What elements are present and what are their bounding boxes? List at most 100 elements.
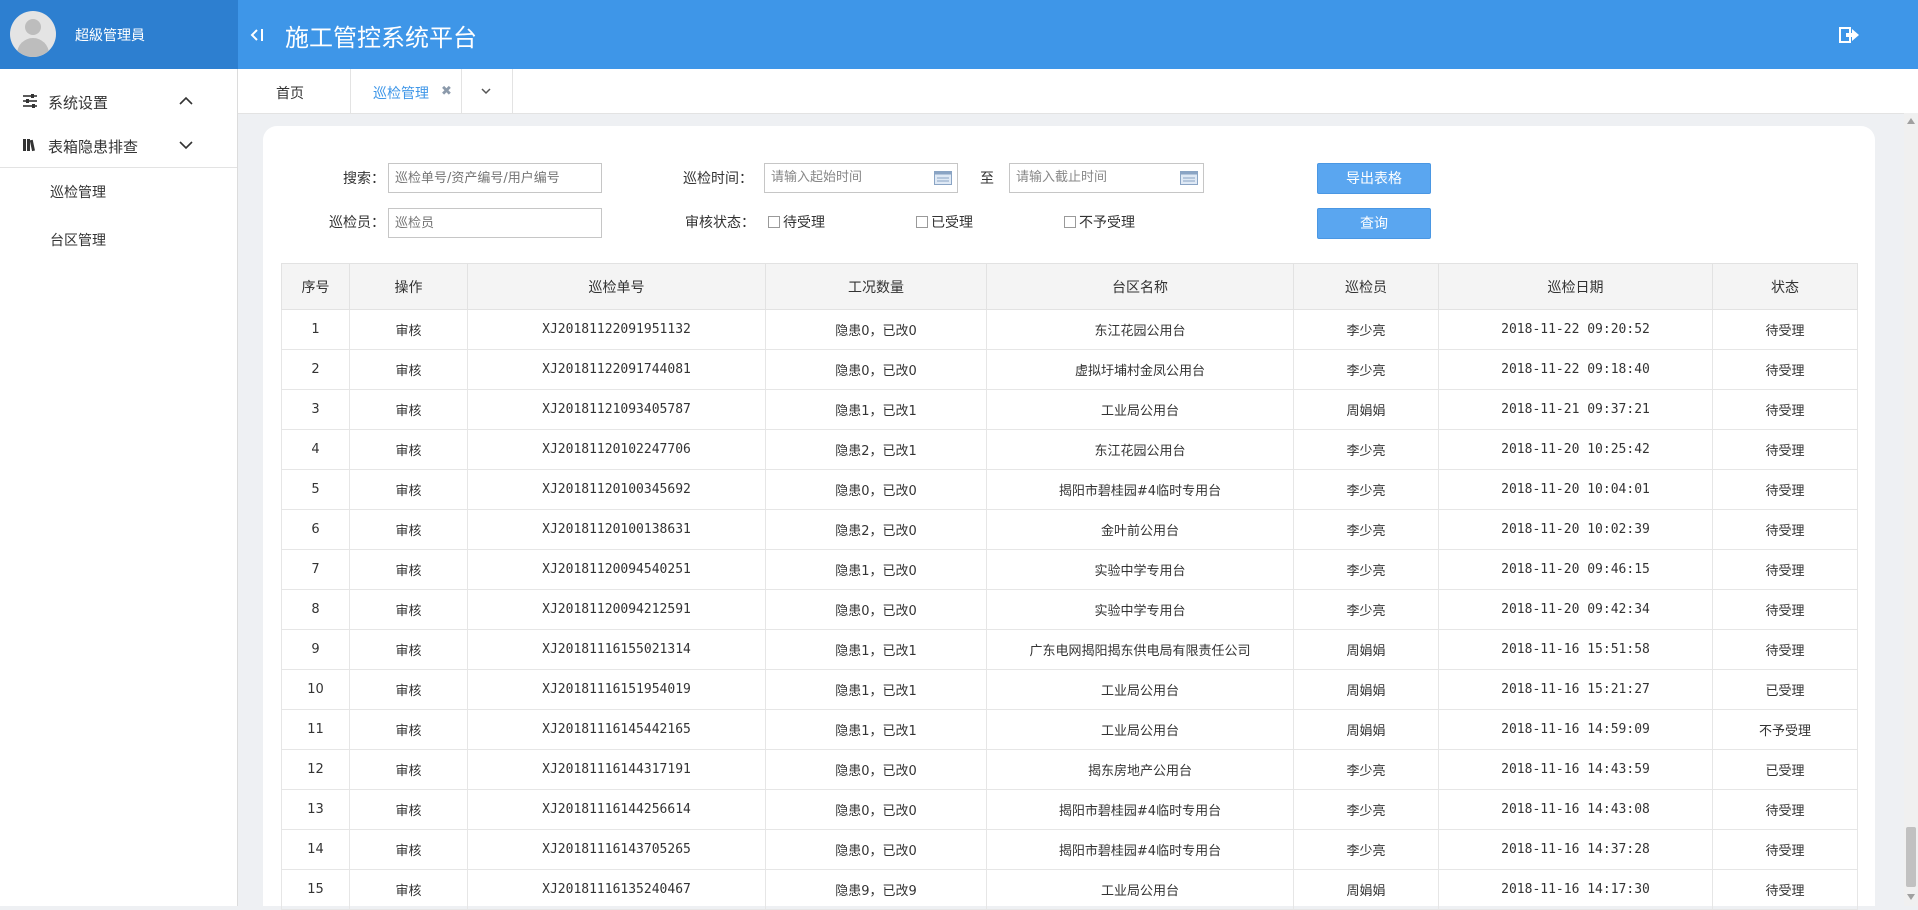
scroll-down-icon[interactable] <box>1906 892 1916 902</box>
tab-label: 巡检管理 <box>373 86 429 102</box>
end-time-input[interactable]: 请输入截止时间 <box>1009 163 1204 193</box>
inspector-input[interactable] <box>388 208 602 238</box>
export-button[interactable]: 导出表格 <box>1317 163 1431 194</box>
status-label: 审核状态： <box>685 215 755 231</box>
scroll-up-icon[interactable] <box>1906 116 1916 126</box>
logout-icon[interactable] <box>1838 24 1860 46</box>
audit-link[interactable]: 审核 <box>349 509 468 550</box>
audit-link[interactable]: 审核 <box>349 469 468 510</box>
condition-count: 隐患9，已改9 <box>765 869 987 910</box>
status-cell: 待受理 <box>1712 509 1858 550</box>
audit-link[interactable]: 审核 <box>349 669 468 710</box>
audit-link[interactable]: 审核 <box>349 309 468 350</box>
table-row: 9 审核 XJ20181116155021314 隐患1，已改1 广东电网揭阳揭东供电局… <box>281 629 1858 670</box>
status-cell: 待受理 <box>1712 869 1858 910</box>
inspector-name: 李少亮 <box>1293 509 1439 550</box>
status-checkbox-pending[interactable] <box>768 216 780 228</box>
chevron-down-icon <box>481 88 491 95</box>
inspection-number: XJ20181116144256614 <box>467 789 766 830</box>
scrollbar-thumb[interactable] <box>1906 827 1916 887</box>
audit-link[interactable]: 审核 <box>349 789 468 830</box>
sidebar-item-inspection[interactable]: 巡检管理 <box>50 182 106 202</box>
inspection-number: XJ20181122091951132 <box>467 309 766 350</box>
audit-link[interactable]: 审核 <box>349 829 468 870</box>
row-index: 1 <box>281 309 350 350</box>
status-cell: 已受理 <box>1712 749 1858 790</box>
scrollbar[interactable] <box>1904 113 1918 906</box>
inspection-table: 序号 操作 巡检单号 工况数量 台区名称 巡检员 巡检日期 状态 1 审核 XJ20… <box>281 263 1858 910</box>
condition-count: 隐患0，已改0 <box>765 309 987 350</box>
inspection-number: XJ20181120102247706 <box>467 429 766 470</box>
status-checkbox-accepted[interactable] <box>916 216 928 228</box>
status-cell: 待受理 <box>1712 789 1858 830</box>
condition-count: 隐患1，已改1 <box>765 389 987 430</box>
table-row: 2 审核 XJ20181122091744081 隐患0，已改0 虚拟圩埔村金凤公用台李… <box>281 349 1858 390</box>
column-header: 序号 <box>281 263 350 310</box>
collapse-icon[interactable] <box>248 24 270 46</box>
sidebar-group-settings[interactable]: 系统设置 <box>0 79 237 123</box>
inspection-date: 2018-11-16 15:21:27 <box>1438 669 1713 710</box>
avatar[interactable] <box>10 11 56 57</box>
time-label: 巡检时间： <box>683 171 753 187</box>
end-time-placeholder: 请输入截止时间 <box>1016 170 1108 185</box>
audit-link[interactable]: 审核 <box>349 749 468 790</box>
table-body: 1 审核 XJ20181122091951132 隐患0，已改0 东江花园公用台 李少亮 2… <box>281 309 1858 910</box>
books-icon <box>23 139 35 152</box>
tab-more-dropdown[interactable] <box>462 69 513 113</box>
inspector-name: 周娟娟 <box>1293 669 1439 710</box>
query-button[interactable]: 查询 <box>1317 208 1431 239</box>
area-name: 工业局公用台 <box>986 869 1294 910</box>
inspection-date: 2018-11-16 15:51:58 <box>1438 629 1713 670</box>
table-row: 15 审核 XJ20181116135240467 隐患9，已改9 工业局公用台 周娟娟 2… <box>281 869 1858 910</box>
table-row: 8 审核 XJ20181120094212591 隐患0，已改0 实验中学专用台 李少亮 2… <box>281 589 1858 630</box>
tab-inspection[interactable]: 巡检管理 ✖ <box>351 69 462 113</box>
close-icon[interactable]: ✖ <box>441 84 452 99</box>
sidebar-item-area[interactable]: 台区管理 <box>50 230 106 250</box>
condition-count: 隐患0，已改0 <box>765 829 987 870</box>
audit-link[interactable]: 审核 <box>349 589 468 630</box>
inspector-name: 李少亮 <box>1293 589 1439 630</box>
search-input[interactable] <box>388 163 602 193</box>
calendar-icon[interactable] <box>1180 171 1198 185</box>
sidebar-divider <box>0 167 237 168</box>
inspection-date: 2018-11-20 10:04:01 <box>1438 469 1713 510</box>
status-checkbox-rejected[interactable] <box>1064 216 1076 228</box>
condition-count: 隐患1，已改1 <box>765 709 987 750</box>
audit-link[interactable]: 审核 <box>349 629 468 670</box>
row-index: 9 <box>281 629 350 670</box>
status-cell: 待受理 <box>1712 309 1858 350</box>
table-row: 1 审核 XJ20181122091951132 隐患0，已改0 东江花园公用台 李少亮 2… <box>281 309 1858 350</box>
table-row: 10 审核 XJ20181116151954019 隐患1，已改1 工业局公用台 周娟娟 2… <box>281 669 1858 710</box>
area-name: 实验中学专用台 <box>986 589 1294 630</box>
inspection-date: 2018-11-16 14:59:09 <box>1438 709 1713 750</box>
tab-home[interactable]: 首页 <box>238 69 351 113</box>
audit-link[interactable]: 审核 <box>349 869 468 910</box>
status-cell: 待受理 <box>1712 589 1858 630</box>
inspection-number: XJ20181120100345692 <box>467 469 766 510</box>
inspection-date: 2018-11-20 10:25:42 <box>1438 429 1713 470</box>
inspection-date: 2018-11-16 14:43:08 <box>1438 789 1713 830</box>
audit-link[interactable]: 审核 <box>349 349 468 390</box>
audit-link[interactable]: 审核 <box>349 549 468 590</box>
inspection-number: XJ20181116145442165 <box>467 709 766 750</box>
inspection-number: XJ20181116135240467 <box>467 869 766 910</box>
row-index: 4 <box>281 429 350 470</box>
area-name: 东江花园公用台 <box>986 309 1294 350</box>
inspection-number: XJ20181122091744081 <box>467 349 766 390</box>
start-time-placeholder: 请输入起始时间 <box>771 170 863 185</box>
inspector-name: 周娟娟 <box>1293 389 1439 430</box>
audit-link[interactable]: 审核 <box>349 709 468 750</box>
audit-link[interactable]: 审核 <box>349 429 468 470</box>
condition-count: 隐患1，已改1 <box>765 629 987 670</box>
inspection-number: XJ20181120100138631 <box>467 509 766 550</box>
avatar-body <box>17 38 49 57</box>
audit-link[interactable]: 审核 <box>349 389 468 430</box>
area-name: 工业局公用台 <box>986 709 1294 750</box>
area-name: 揭东房地产公用台 <box>986 749 1294 790</box>
inspector-label: 巡检员： <box>329 215 385 231</box>
sidebar-group-hazard-check[interactable]: 表箱隐患排查 <box>0 123 237 167</box>
sidebar: 系统设置 表箱隐患排查 巡检管理 台区管理 <box>0 69 238 906</box>
calendar-icon[interactable] <box>934 171 952 185</box>
status-cell: 待受理 <box>1712 469 1858 510</box>
start-time-input[interactable]: 请输入起始时间 <box>764 163 958 193</box>
